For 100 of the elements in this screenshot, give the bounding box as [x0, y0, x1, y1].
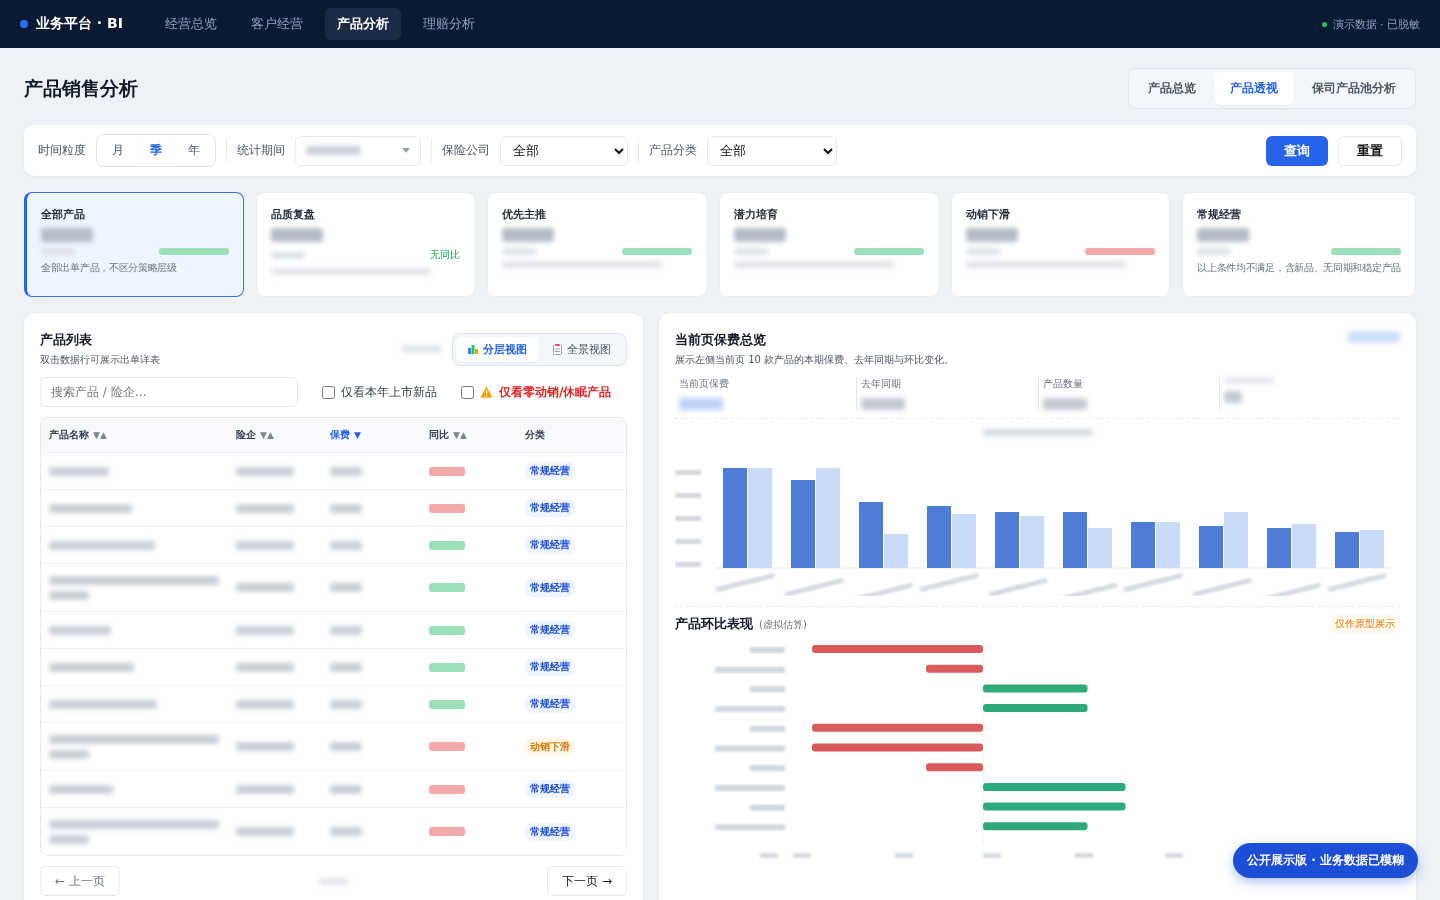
blurred-text — [330, 699, 362, 709]
blurred-text — [49, 590, 89, 600]
blurred-text — [679, 398, 723, 410]
card-title: 动销下滑 — [965, 207, 1011, 222]
card-title: 优先主推 — [502, 207, 548, 222]
section-title: 产品环比表现 (虚拟估算) — [675, 615, 807, 633]
blurred-text — [1165, 853, 1183, 858]
nav-tab[interactable]: 经营总览 — [152, 8, 229, 40]
bar — [1267, 528, 1291, 568]
card-title: 常规经营 — [1197, 207, 1243, 222]
bar — [926, 664, 983, 673]
query-button[interactable]: 查询 — [1266, 135, 1328, 166]
sort-icon: ▼▲ — [453, 430, 467, 440]
category-tag: 常规经营 — [525, 780, 575, 798]
blurred-text — [760, 853, 778, 858]
category-tag: 常规经营 — [525, 658, 575, 676]
filter-label: 时间粒度 — [38, 142, 86, 159]
blurred-text — [502, 248, 537, 255]
panel-subtitle: 双击数据行可展示出单详表 — [40, 353, 160, 367]
summary-card[interactable]: 全部产品 全部出单产品，不区分策略层级 — [24, 192, 244, 297]
blurred-text — [270, 228, 323, 242]
category-tag: 常规经营 — [525, 695, 575, 713]
next-page-button[interactable]: 下一页 → — [547, 866, 627, 896]
checkbox[interactable] — [461, 385, 474, 399]
summary-card[interactable]: 品质复盘 无同比 — [255, 192, 476, 297]
blurred-text — [236, 784, 294, 794]
table-row[interactable]: 常规经营 — [41, 807, 626, 855]
data-status: 演示数据 · 已脱敏 — [1332, 16, 1420, 32]
blurred-text — [330, 540, 362, 550]
nav-tab[interactable]: 客户经营 — [238, 8, 315, 40]
blurred-text — [715, 666, 785, 673]
blurred-text — [675, 493, 701, 498]
nav-tab[interactable]: 产品分析 — [324, 8, 401, 40]
sort-icon: ▼▲ — [93, 430, 107, 440]
blurred-text — [675, 539, 701, 544]
public-version-badge: 公开展示版 · 业务数据已模糊 — [1233, 843, 1418, 878]
status-dot — [1321, 21, 1327, 27]
bar — [926, 763, 983, 772]
sort-icon: ▼▲ — [260, 430, 274, 440]
previous-page-button[interactable]: ← 上一页 — [40, 866, 120, 896]
bar — [1088, 528, 1112, 568]
blurred-text — [236, 466, 294, 476]
category-tag: 常规经营 — [525, 462, 575, 480]
stat-label: 当前页保费 — [679, 377, 730, 391]
column-header[interactable]: 产品名称 ▼▲ — [49, 428, 236, 442]
bar — [1131, 522, 1155, 568]
category-tag: 常规经营 — [525, 499, 575, 517]
checkbox[interactable] — [322, 385, 335, 399]
card-title: 品质复盘 — [270, 207, 316, 222]
status-dot — [20, 20, 28, 28]
blurred-text — [750, 686, 785, 693]
granularity-option[interactable]: 季 — [138, 138, 174, 163]
granularity-option[interactable]: 月 — [100, 138, 136, 163]
blurred-text — [895, 853, 913, 858]
panel-title: 当前页保费总览 — [675, 331, 767, 349]
blurred-text — [750, 804, 785, 811]
prototype-badge: 仅作原型展示 — [1330, 615, 1400, 633]
nav-tab[interactable]: 理赔分析 — [410, 8, 487, 40]
blurred-text — [270, 251, 305, 259]
company-select[interactable]: 全部 — [500, 135, 628, 166]
blurred-text — [502, 228, 555, 242]
view-tab[interactable]: 保司产品池分析 — [1296, 72, 1412, 105]
blurred-text — [330, 742, 362, 751]
view-tab[interactable]: 产品总览 — [1132, 72, 1212, 105]
blurred-text — [1348, 331, 1400, 343]
change-text: 无同比 — [430, 248, 461, 262]
summary-card[interactable]: 动销下滑 — [950, 192, 1171, 297]
view-toggle-option[interactable]: 全景视图 — [541, 336, 623, 362]
blurred-text — [733, 228, 786, 242]
summary-card[interactable]: 潜力培育 — [718, 192, 939, 297]
blurred-text — [715, 824, 785, 831]
blurred-text — [49, 625, 111, 635]
column-header[interactable]: 险企 ▼▲ — [236, 428, 330, 442]
reset-button[interactable]: 重置 — [1338, 135, 1402, 166]
clipboard-icon — [553, 343, 562, 355]
blurred-text — [675, 516, 701, 521]
summary-card[interactable]: 优先主推 — [487, 192, 707, 297]
bar — [995, 512, 1019, 568]
brand-name: 业务平台 · BI — [36, 15, 123, 33]
blurred-text — [965, 228, 1018, 242]
bar — [1292, 524, 1316, 568]
blurred-text — [330, 662, 362, 672]
blurred-text — [236, 625, 294, 635]
stat-label: 去年同期 — [861, 377, 903, 391]
column-header[interactable]: 保费 ▼ — [330, 428, 429, 442]
stat-label: 产品数量 — [1042, 377, 1084, 391]
category-select[interactable]: 全部 — [707, 135, 837, 166]
search-field[interactable]: 搜索产品 / 险企… — [40, 377, 298, 407]
blurred-text — [715, 745, 785, 752]
bar — [1335, 532, 1359, 568]
card-title: 潜力培育 — [733, 207, 779, 222]
panel-title: 产品列表 — [40, 331, 93, 349]
filter-label: 保险公司 — [442, 142, 490, 159]
blurred-text — [861, 398, 906, 410]
blurred-text — [236, 742, 294, 751]
granularity-option[interactable]: 年 — [176, 138, 212, 163]
column-header[interactable]: 同比 ▼▲ — [429, 428, 525, 442]
view-tab[interactable]: 产品透视 — [1214, 72, 1294, 105]
summary-card[interactable]: 常规经营 以上条件均不满足，含新品、无同期和稳定产品 — [1182, 192, 1416, 297]
view-toggle-option[interactable]: 分层视图 — [456, 336, 539, 362]
